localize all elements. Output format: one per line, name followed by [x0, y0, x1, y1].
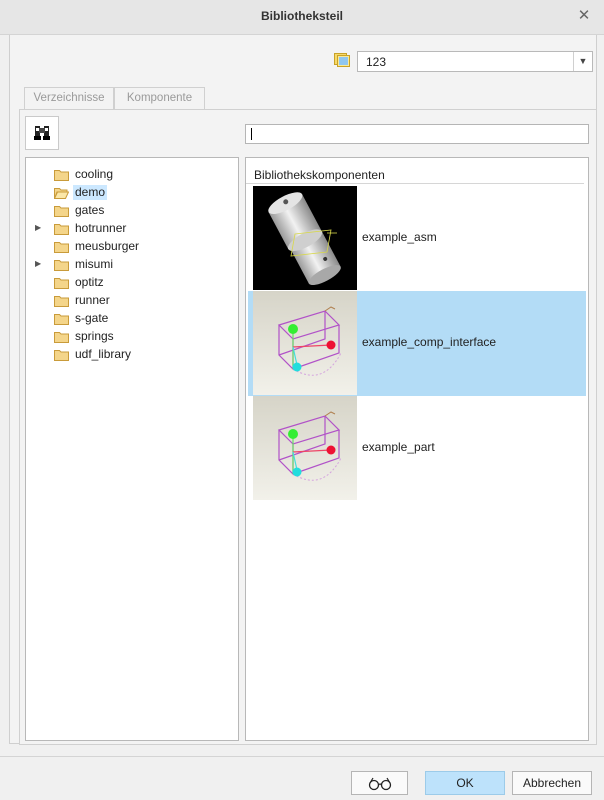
folder-icon — [54, 242, 69, 253]
folder-tree[interactable]: cooling demo gates ▶ hotrunner meusburge… — [25, 157, 239, 741]
folder-open-icon — [54, 188, 69, 199]
tree-item-cooling[interactable]: cooling — [26, 166, 236, 184]
tree-item-label: meusburger — [75, 239, 140, 253]
folder-icon — [54, 224, 69, 235]
list-header-label: Bibliothekskomponenten — [254, 168, 385, 182]
glasses-icon — [368, 777, 391, 791]
tree-item-label: udf_library — [75, 347, 132, 361]
wireframe-box-thumbnail — [253, 396, 357, 500]
workspace-icon — [334, 53, 350, 67]
chevron-down-icon[interactable]: ▼ — [573, 52, 592, 71]
tree-item-label: misumi — [75, 257, 113, 271]
workspace-select[interactable]: 123 ▼ — [357, 51, 593, 72]
tree-item-label: demo — [73, 185, 108, 200]
tree-item-udf-library[interactable]: udf_library — [26, 346, 236, 364]
wireframe-box-thumbnail — [253, 291, 357, 395]
component-list[interactable]: Bibliothekskomponenten example_asm examp… — [245, 157, 589, 741]
binoculars-icon — [34, 126, 50, 140]
folder-icon — [54, 260, 69, 271]
workspace-value: 123 — [366, 55, 387, 69]
tree-item-label: cooling — [75, 167, 114, 181]
tree-item-label: springs — [75, 329, 114, 343]
preview-button[interactable] — [351, 771, 408, 795]
folder-icon — [54, 332, 69, 343]
list-item-label: example_asm — [362, 230, 437, 244]
list-header[interactable]: Bibliothekskomponenten — [246, 165, 584, 184]
folder-icon — [54, 206, 69, 217]
folder-icon — [54, 350, 69, 361]
tree-item-misumi[interactable]: ▶ misumi — [26, 256, 236, 274]
tree-item-label: optitz — [75, 275, 104, 289]
list-item-label: example_comp_interface — [362, 335, 497, 349]
tree-item-springs[interactable]: springs — [26, 328, 236, 346]
folder-icon — [54, 278, 69, 289]
tab-komponente[interactable]: Komponente — [114, 87, 205, 109]
list-item-label: example_part — [362, 440, 435, 454]
tree-item-label: gates — [75, 203, 105, 217]
tree-item-label: s-gate — [75, 311, 109, 325]
list-item-example-asm[interactable]: example_asm — [248, 186, 586, 291]
folder-icon — [54, 314, 69, 325]
ok-button[interactable]: OK — [425, 771, 505, 795]
tree-item-runner[interactable]: runner — [26, 292, 236, 310]
tree-item-demo[interactable]: demo — [26, 184, 236, 202]
list-item-example-comp-interface[interactable]: example_comp_interface — [248, 291, 586, 396]
text-caret — [251, 128, 252, 140]
tree-item-meusburger[interactable]: meusburger — [26, 238, 236, 256]
cylinder-assembly-thumbnail — [253, 186, 357, 290]
list-item-example-part[interactable]: example_part — [248, 396, 586, 501]
tree-item-gates[interactable]: gates — [26, 202, 236, 220]
folder-icon — [54, 170, 69, 181]
expand-arrow-icon[interactable]: ▶ — [35, 259, 43, 268]
search-input[interactable] — [245, 124, 589, 144]
tree-item-label: hotrunner — [75, 221, 127, 235]
tree-item-label: runner — [75, 293, 110, 307]
folder-icon — [54, 296, 69, 307]
close-icon[interactable]: ✕ — [574, 6, 594, 26]
tree-item-s-gate[interactable]: s-gate — [26, 310, 236, 328]
search-button[interactable] — [25, 116, 59, 150]
tree-item-hotrunner[interactable]: ▶ hotrunner — [26, 220, 236, 238]
window-title: Bibliotheksteil — [260, 9, 343, 23]
expand-arrow-icon[interactable]: ▶ — [35, 223, 43, 232]
title-bar: Bibliotheksteil ✕ — [0, 0, 604, 35]
cancel-button[interactable]: Abbrechen — [512, 771, 592, 795]
tab-verzeichnisse[interactable]: Verzeichnisse — [24, 87, 114, 109]
tree-item-optitz[interactable]: optitz — [26, 274, 236, 292]
